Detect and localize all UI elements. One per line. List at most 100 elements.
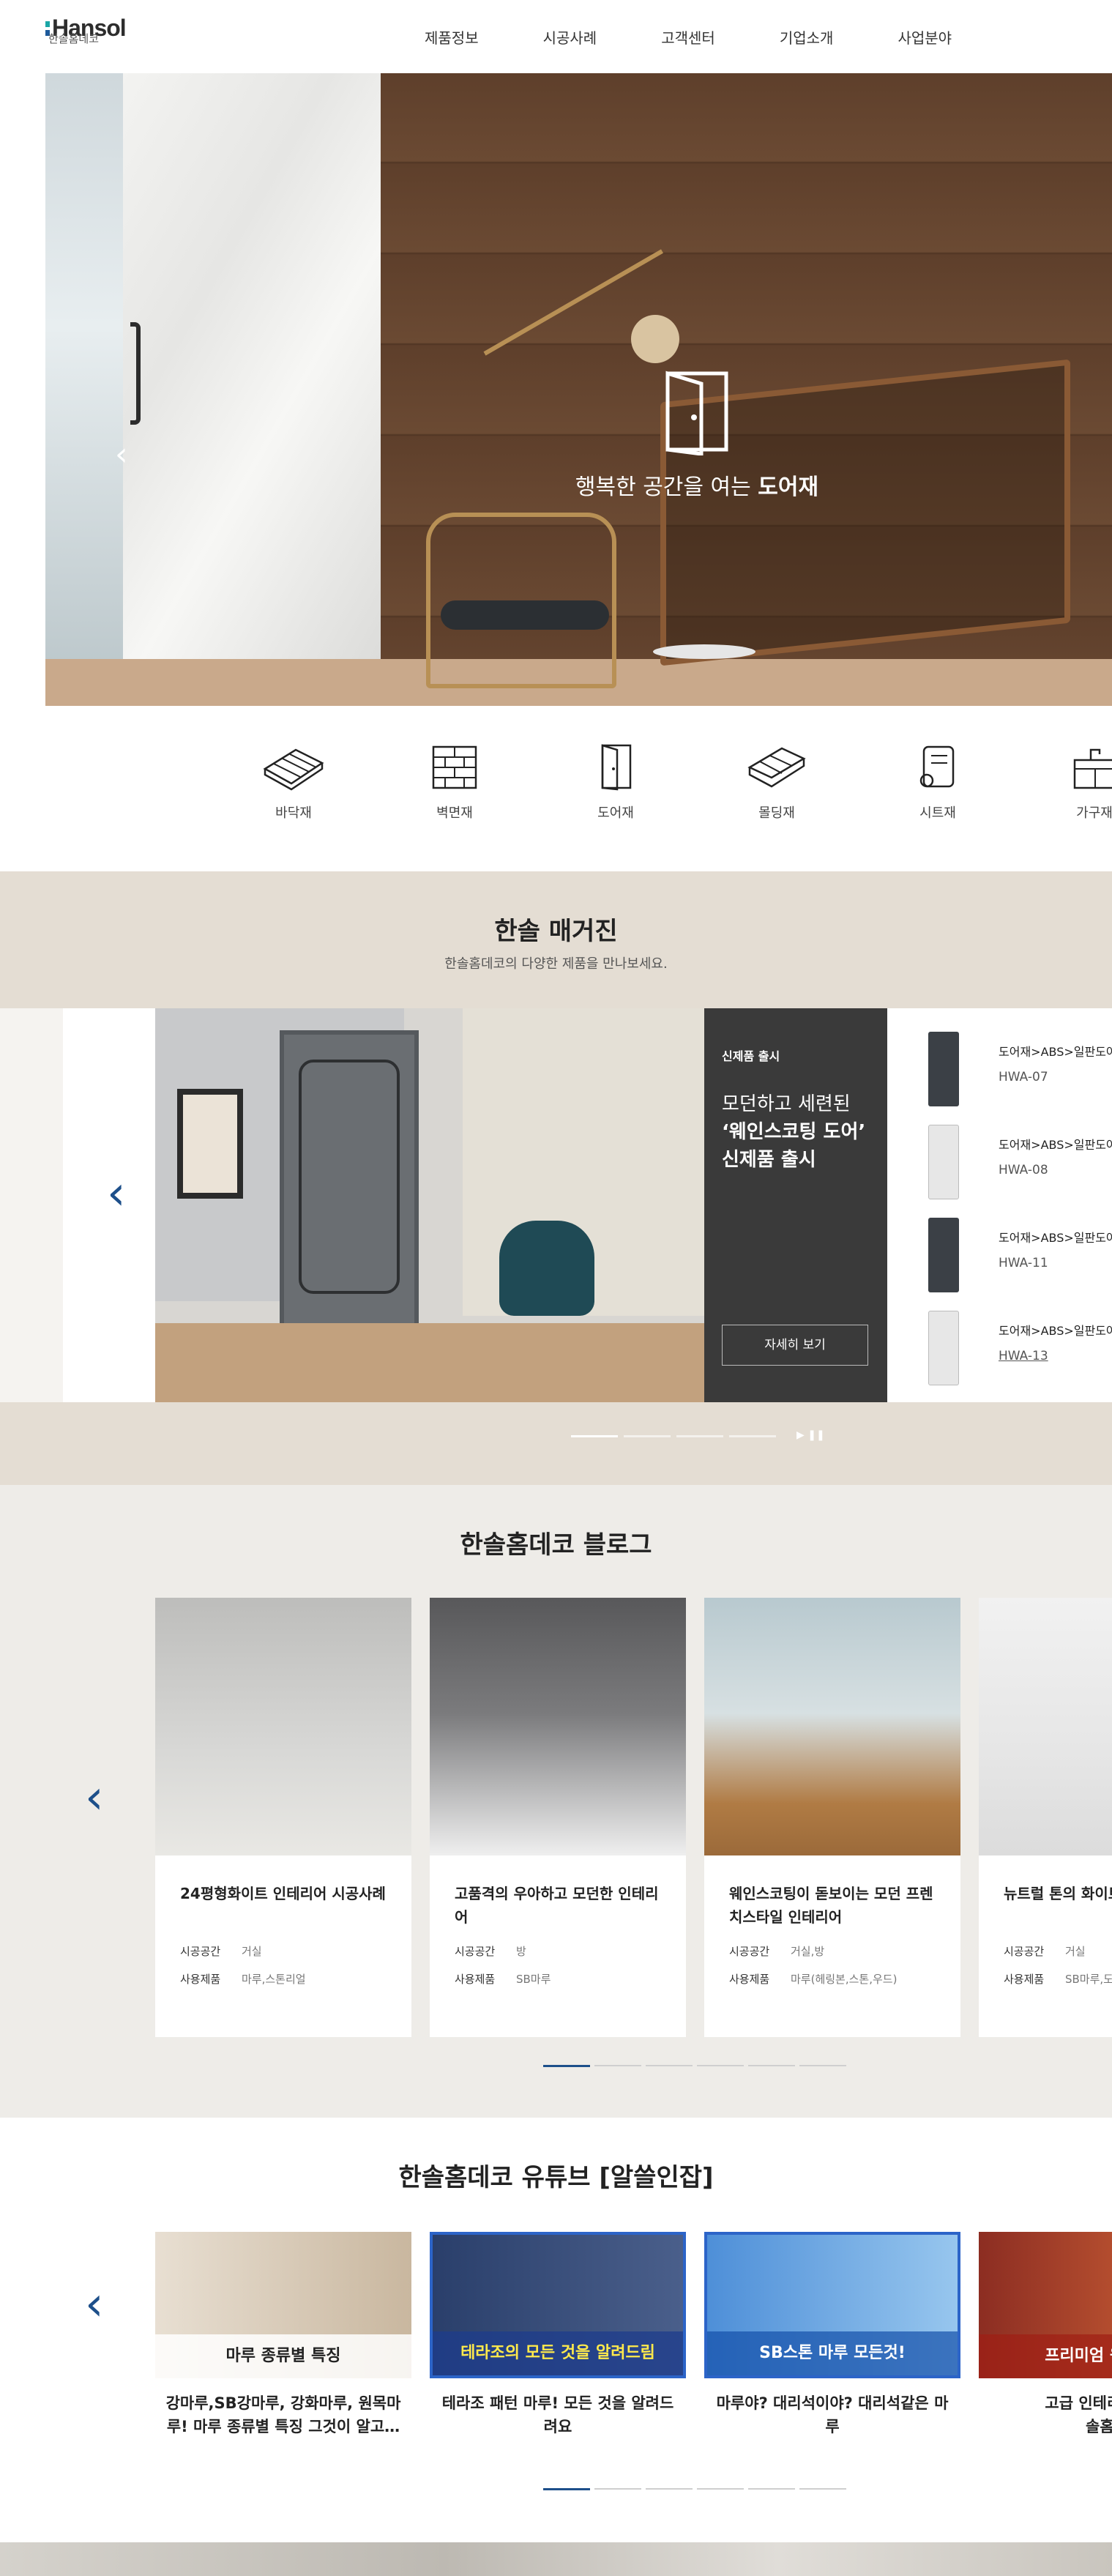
space-value: 거실,방 (791, 1945, 825, 1958)
product-item[interactable]: 도어재>ABS>일판도어 HWA-07 (928, 1023, 1112, 1106)
pagination-dot[interactable] (571, 1435, 618, 1437)
video-thumbnail-text: SB스톤 마루 모든것! (707, 2331, 958, 2375)
product-path: 도어재>ABS>일판도어 (999, 1231, 1112, 1245)
nav-item-company[interactable]: 기업소개 (780, 26, 834, 48)
category-shortcuts: 바닥재 벽면재 도어재 몰딩재 시트재 가구재 (0, 706, 1112, 871)
product-item[interactable]: 도어재>ABS>일판도어 HWA-08 (928, 1116, 1112, 1199)
blog-card-product: 사용제품 SB마루,도 (1004, 1971, 1112, 1987)
magazine-headline-line3: 신제품 출시 (722, 1149, 816, 1171)
product-code: HWA-11 (999, 1256, 1048, 1270)
magazine-prev-slide-ghost (0, 1008, 63, 1402)
pagination-dot[interactable] (646, 2488, 693, 2490)
category-molding[interactable]: 몰딩재 (729, 742, 824, 822)
hero-side-table (653, 644, 755, 659)
pagination-dot[interactable] (799, 2488, 846, 2490)
video-thumbnail-text: 프리미엄 원목마루 (979, 2334, 1112, 2378)
blog-card-title: 뉴트럴 톤의 화이트 (1004, 1885, 1112, 1902)
pagination-dot[interactable] (729, 1435, 776, 1437)
hero-caption-prefix: 행복한 공간을 여는 (575, 474, 758, 500)
magazine-more-button[interactable]: 자세히 보기 (722, 1325, 868, 1366)
blog-pagination (543, 2065, 851, 2067)
pagination-dot[interactable] (594, 2488, 641, 2490)
category-door[interactable]: 도어재 (568, 742, 663, 822)
magazine-image-floor (155, 1323, 704, 1402)
blog-section: 한솔홈데코 블로그 ‹ 24평형화이트 인테리어 시공사례 시공공간 거실 사용제… (0, 1485, 1112, 2118)
category-wall[interactable]: 벽면재 (407, 742, 502, 822)
category-label: 벽면재 (436, 805, 473, 821)
video-card[interactable]: SB스톤 마루 모든것! 마루야? 대리석이야? 대리석같은 마 루 (704, 2232, 960, 2438)
video-thumbnail: 프리미엄 원목마루 (979, 2232, 1112, 2378)
magazine-play-pause-button[interactable]: ▶ ❚❚ (796, 1429, 825, 1441)
magazine-image-chair (499, 1221, 594, 1316)
product-label: 사용제품 (1004, 1973, 1045, 1986)
product-label: 사용제품 (455, 1973, 496, 1986)
blog-card[interactable]: 웨인스코팅이 돋보이는 모던 프렌치스타일 인테리어 시공공간 거실,방 사용제품… (704, 1598, 960, 2037)
nav-item-products[interactable]: 제품정보 (425, 26, 479, 48)
blog-card[interactable]: 24평형화이트 인테리어 시공사례 시공공간 거실 사용제품 마루,스톤리얼 (155, 1598, 411, 2037)
pagination-dot[interactable] (676, 1435, 723, 1437)
pagination-dot[interactable] (697, 2488, 744, 2490)
pagination-dot[interactable] (646, 2065, 693, 2066)
magazine-headline-line1: 모던하고 세련된 (722, 1093, 851, 1115)
pagination-dot[interactable] (543, 2065, 590, 2067)
youtube-prev-arrow-icon[interactable]: ‹ (85, 2277, 104, 2331)
pagination-dot[interactable] (624, 1435, 671, 1437)
blog-card-title: 24평형화이트 인테리어 시공사례 (180, 1885, 386, 1902)
video-title: 테라조 패턴 마루! 모든 것을 알려드 려요 (441, 2394, 674, 2435)
category-furniture[interactable]: 가구재 (1047, 742, 1112, 822)
category-label: 시트재 (919, 805, 956, 821)
space-label: 시공공간 (1004, 1945, 1045, 1958)
nav-item-cases[interactable]: 시공사례 (543, 26, 597, 48)
space-value: 거실 (1065, 1945, 1086, 1958)
door-icon (601, 744, 632, 791)
pagination-dot[interactable] (799, 2065, 846, 2066)
blog-prev-arrow-icon[interactable]: ‹ (85, 1771, 104, 1825)
product-thumbnail (928, 1125, 959, 1199)
pagination-dot[interactable] (594, 2065, 641, 2066)
next-section-banner (0, 2542, 1112, 2576)
blog-card-product: 사용제품 마루,스톤리얼 (180, 1971, 306, 1987)
magazine-headline-line2: ‘웨인스코팅 도어’ (722, 1121, 866, 1143)
magazine-feature-image[interactable] (155, 1008, 704, 1402)
blog-card-image (704, 1598, 960, 1855)
video-title: 마루야? 대리석이야? 대리석같은 마 루 (716, 2394, 949, 2435)
video-card[interactable]: 마루 종류별 특징 강마루,SB강마루, 강화마루, 원목마 루! 마루 종류별… (155, 2232, 411, 2438)
video-thumbnail: SB스톤 마루 모든것! (704, 2232, 960, 2378)
nav-item-business[interactable]: 사업분야 (898, 26, 952, 48)
space-label: 시공공간 (729, 1945, 770, 1958)
sink-icon (1073, 748, 1112, 789)
hero-marble-door (123, 73, 381, 659)
product-item[interactable]: 도어재>ABS>일판도어 HWA-11 (928, 1209, 1112, 1292)
pagination-dot[interactable] (748, 2065, 795, 2066)
product-label: 사용제품 (729, 1973, 770, 1986)
hero-prev-arrow-icon[interactable]: ‹ (115, 436, 128, 473)
category-floor[interactable]: 바닥재 (246, 742, 341, 822)
video-thumbnail-text: 테라조의 모든 것을 알려드림 (433, 2331, 683, 2375)
pagination-dot[interactable] (697, 2065, 744, 2066)
magazine-product-list: 도어재>ABS>일판도어 HWA-07 도어재>ABS>일판도어 HWA-08 … (887, 1008, 1112, 1402)
blog-card[interactable]: 고품격의 우아하고 모던한 인테리어 시공공간 방 사용제품 SB마루 (430, 1598, 686, 2037)
product-code: HWA-13 (999, 1349, 1048, 1363)
blog-card-space: 시공공간 거실 (1004, 1943, 1086, 1959)
product-thumbnail (928, 1218, 959, 1292)
product-thumbnail (928, 1311, 959, 1385)
product-code: HWA-08 (999, 1163, 1048, 1177)
magazine-section: 한솔 매거진 한솔홈데코의 다양한 제품을 만나보세요. ‹ 신제품 출시 모던… (0, 871, 1112, 1485)
nav-item-support[interactable]: 고객센터 (661, 26, 715, 48)
blog-card-image (155, 1598, 411, 1855)
magazine-image-door-panel (299, 1060, 400, 1294)
youtube-section: 한솔홈데코 유튜브 [알쓸인잡] ‹ 마루 종류별 특징 강마루,SB강마루, … (0, 2118, 1112, 2542)
blog-card-product: 사용제품 SB마루 (455, 1971, 551, 1987)
category-sheet[interactable]: 시트재 (890, 742, 985, 822)
space-value: 거실 (242, 1945, 262, 1958)
video-card[interactable]: 프리미엄 원목마루 고급 인테리어를 위 솔홈데 (979, 2232, 1112, 2438)
pagination-dot[interactable] (748, 2488, 795, 2490)
youtube-title: 한솔홈데코 유튜브 [알쓸인잡] (398, 2163, 714, 2192)
blog-card[interactable]: 뉴트럴 톤의 화이트 시공공간 거실 사용제품 SB마루,도 (979, 1598, 1112, 2037)
magazine-prev-arrow-icon[interactable]: ‹ (107, 1166, 126, 1221)
product-item[interactable]: 도어재>ABS>일판도어 HWA-13 (928, 1302, 1112, 1385)
pagination-dot[interactable] (543, 2488, 590, 2490)
blog-card-space: 시공공간 거실,방 (729, 1943, 824, 1959)
video-card[interactable]: 테라조의 모든 것을 알려드림 테라조 패턴 마루! 모든 것을 알려드 려요 (430, 2232, 686, 2438)
hero-window-bg (45, 73, 123, 706)
